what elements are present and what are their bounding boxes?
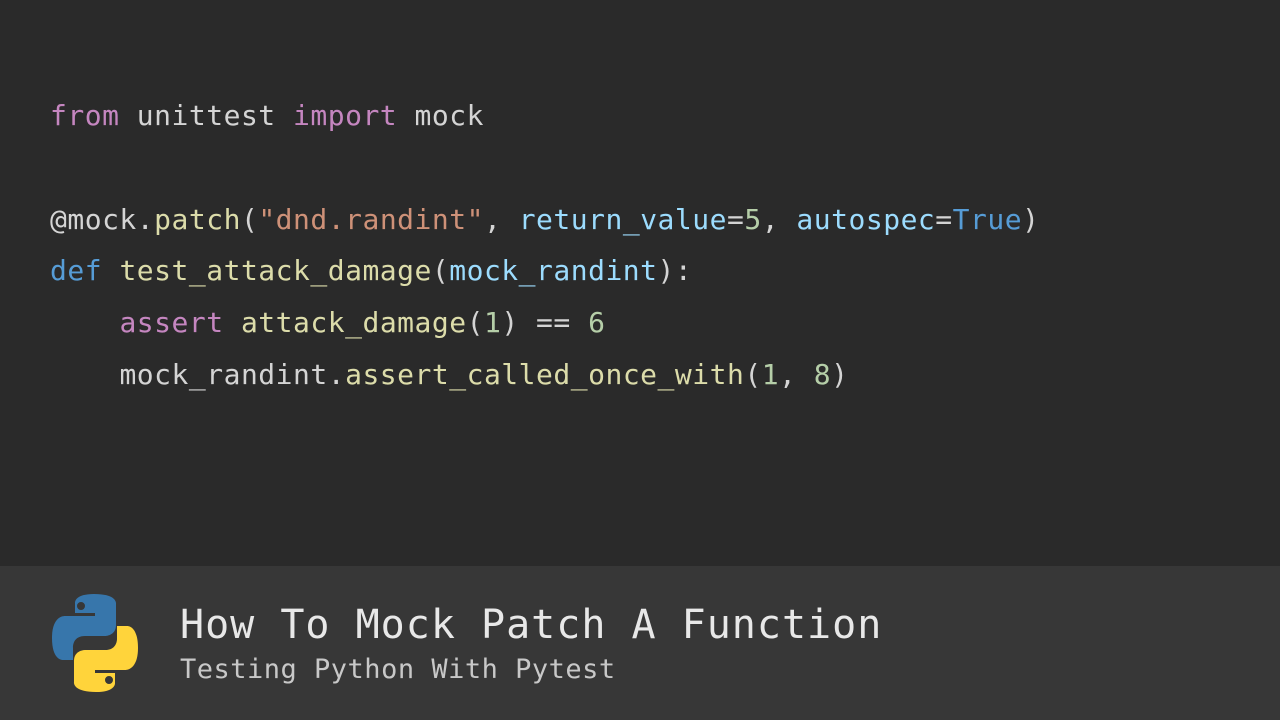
- decorator-at: @mock: [50, 203, 137, 236]
- param-name: mock_randint: [449, 254, 657, 287]
- function-name: test_attack_damage: [119, 254, 431, 287]
- import-name: mock: [415, 99, 484, 132]
- operator-eq: ==: [536, 306, 571, 339]
- method-name: assert_called_once_with: [345, 358, 744, 391]
- code-line-2: @mock.patch("dnd.randint", return_value=…: [50, 194, 1230, 246]
- code-line-4: assert attack_damage(1) == 6: [50, 297, 1230, 349]
- decorator-fn: patch: [154, 203, 241, 236]
- number-5: 5: [744, 203, 761, 236]
- number-arg1: 1: [762, 358, 779, 391]
- true-literal: True: [953, 203, 1022, 236]
- blank-line: [50, 142, 1230, 194]
- code-block: from unittest import mock @mock.patch("d…: [0, 0, 1280, 401]
- python-logo-icon: [40, 588, 150, 698]
- keyword-from: from: [50, 99, 119, 132]
- code-line-3: def test_attack_damage(mock_randint):: [50, 245, 1230, 297]
- banner-title: How To Mock Patch A Function: [180, 602, 882, 648]
- module-name: unittest: [137, 99, 276, 132]
- banner: How To Mock Patch A Function Testing Pyt…: [0, 566, 1280, 720]
- kwarg-autospec: autospec: [796, 203, 935, 236]
- call-name: attack_damage: [241, 306, 467, 339]
- number-1: 1: [484, 306, 501, 339]
- number-6: 6: [588, 306, 605, 339]
- string-arg: "dnd.randint": [258, 203, 484, 236]
- keyword-import: import: [293, 99, 397, 132]
- code-line-5: mock_randint.assert_called_once_with(1, …: [50, 349, 1230, 401]
- keyword-assert: assert: [119, 306, 223, 339]
- banner-text: How To Mock Patch A Function Testing Pyt…: [180, 602, 882, 685]
- code-line-1: from unittest import mock: [50, 90, 1230, 142]
- number-arg2: 8: [814, 358, 831, 391]
- object-name: mock_randint: [119, 358, 327, 391]
- kwarg-return-value: return_value: [519, 203, 727, 236]
- keyword-def: def: [50, 254, 102, 287]
- banner-subtitle: Testing Python With Pytest: [180, 654, 882, 685]
